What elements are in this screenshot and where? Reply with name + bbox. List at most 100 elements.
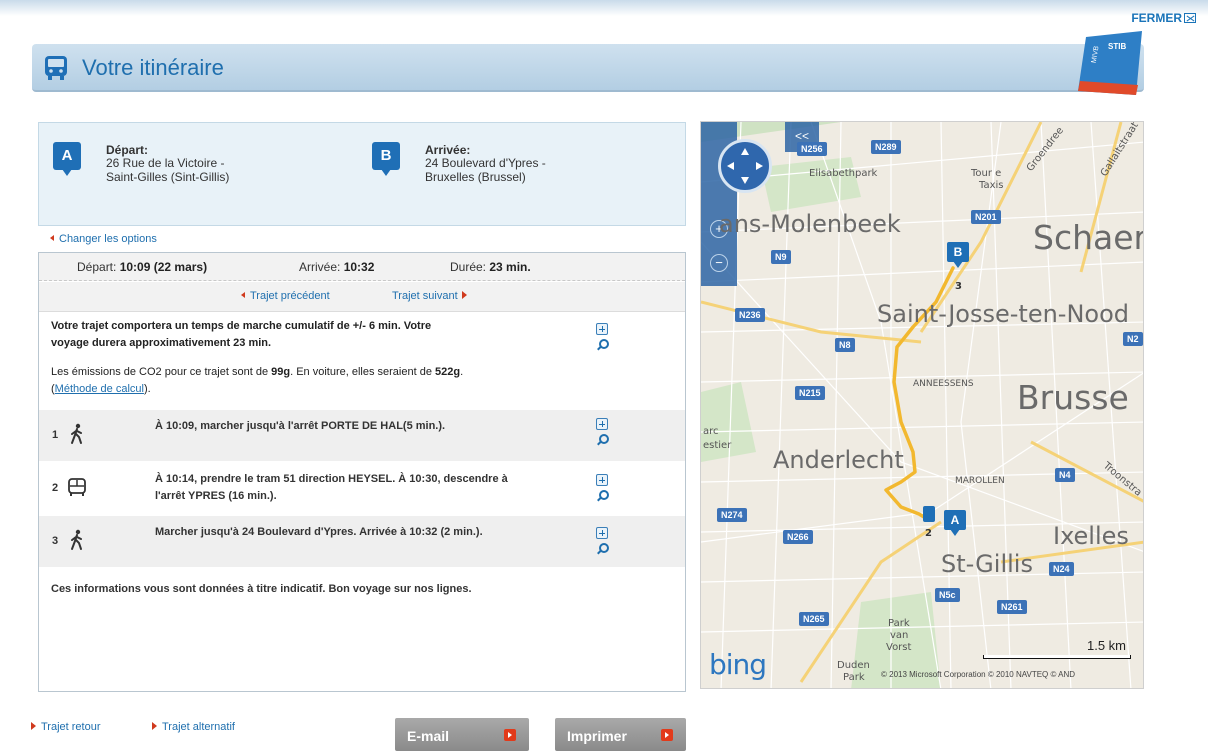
step-number: 3: [52, 535, 59, 547]
map-label-st-gillis: St-Gillis: [941, 550, 1033, 578]
stib-logo: STIB MIVB: [1078, 31, 1142, 95]
alternative-trip-link[interactable]: Trajet alternatif: [152, 721, 235, 733]
map-label-brussel: Brusse: [1017, 378, 1129, 417]
map-label-tour-taxis-2: Taxis: [979, 180, 1004, 191]
route-map[interactable]: << + − ans-Molenbeek Schaer Saint-Josse-…: [700, 121, 1144, 689]
arrow-right-icon: [31, 722, 36, 730]
arrival-address-line2: Bruxelles (Brussel): [425, 170, 526, 184]
map-step-3-label: 3: [955, 281, 962, 292]
map-label-park-van-vorst-2: van: [890, 630, 909, 641]
bus-icon: [45, 56, 67, 80]
road-badge: N261: [997, 600, 1027, 614]
arrival-marker: B: [372, 142, 400, 176]
road-badge: N4: [1055, 468, 1075, 482]
zoom-magnifier-icon[interactable]: [596, 339, 609, 352]
arrow-right-icon: [461, 291, 467, 299]
walking-summary: Votre trajet comportera un temps de marc…: [51, 320, 432, 349]
summary-actions: [596, 323, 610, 352]
map-scale-label: 1.5 km: [1087, 638, 1127, 653]
map-label-park-van-vorst-3: Vorst: [886, 642, 912, 653]
expand-icon[interactable]: [596, 527, 608, 539]
map-label-anneessens: ANNEESSENS: [913, 379, 974, 389]
map-end-marker[interactable]: B: [947, 242, 969, 268]
next-trip-link[interactable]: Trajet suivant: [392, 290, 467, 302]
road-badge: N8: [835, 338, 855, 352]
road-badge: N289: [871, 140, 901, 154]
map-copyright: © 2013 Microsoft Corporation © 2010 NAVT…: [881, 670, 1076, 679]
map-label-tour-taxis: Tour e: [971, 168, 1002, 179]
road-badge: N24: [1049, 562, 1074, 576]
road-badge: N256: [797, 142, 827, 156]
close-button[interactable]: FERMER: [1131, 11, 1196, 25]
page-title: Votre itinéraire: [82, 55, 224, 80]
step-number: 2: [52, 482, 59, 494]
map-label-ixelles: Ixelles: [1053, 522, 1129, 550]
trip-summary: Départ: 10:09 (22 mars) Arrivée: 10:32 D…: [39, 253, 685, 281]
map-start-marker[interactable]: A: [944, 510, 966, 536]
map-stop-marker[interactable]: [923, 506, 935, 522]
road-badge: N236: [735, 308, 765, 322]
close-envelope-icon: [1184, 13, 1196, 23]
departure-address-line1: 26 Rue de la Victoire -: [106, 156, 225, 170]
expand-icon[interactable]: [596, 418, 608, 430]
road-badge: N274: [717, 508, 747, 522]
top-strip: [0, 0, 1208, 16]
map-label-schaerbeek: Schaer: [1033, 218, 1144, 257]
pan-arrows-icon: [727, 148, 763, 184]
return-trip-link[interactable]: Trajet retour: [31, 721, 101, 733]
map-label-elisabethpark: Elisabethpark: [809, 168, 878, 179]
departure-marker: A: [53, 142, 81, 176]
zoom-magnifier-icon[interactable]: [596, 434, 609, 447]
step-number: 1: [52, 429, 59, 441]
map-label-marollen: MAROLLEN: [955, 476, 1005, 486]
map-label-park-van-vorst: Park: [888, 618, 910, 629]
print-button[interactable]: Imprimer: [555, 718, 686, 751]
road-badge: N265: [799, 612, 829, 626]
walk-icon: [71, 529, 82, 550]
map-label-duden-park-2: Park: [843, 672, 865, 683]
road-badge: N2: [1123, 332, 1143, 346]
previous-trip-link[interactable]: Trajet précédent: [241, 290, 330, 302]
expand-icon[interactable]: [596, 474, 608, 486]
map-pan-control[interactable]: [718, 139, 772, 193]
step-actions: [596, 527, 610, 556]
map-label-saint-josse: Saint-Josse-ten-Nood: [877, 300, 1130, 328]
arrow-right-icon: [661, 729, 673, 741]
map-scale-bar: [983, 655, 1131, 659]
arrival-address-line1: 24 Boulevard d'Ypres -: [425, 156, 546, 170]
itinerary-header: Votre itinéraire: [32, 44, 1144, 92]
zoom-out-button[interactable]: −: [710, 254, 728, 272]
trip-navigation: Trajet précédent Trajet suivant: [39, 282, 685, 312]
departure-time: Départ: 10:09 (22 mars): [77, 260, 208, 274]
co2-info: Les émissions de CO2 pour ce trajet sont…: [51, 366, 464, 395]
map-label-estier: estier: [703, 440, 732, 451]
change-options-link[interactable]: Changer les options: [50, 233, 157, 245]
step-actions: [596, 474, 610, 503]
map-label-anderlecht: Anderlecht: [773, 446, 904, 474]
close-label: FERMER: [1131, 11, 1182, 25]
step-row: 2 À 10:14, prendre le tram 51 direction …: [39, 463, 685, 514]
expand-icon[interactable]: [596, 323, 608, 335]
calculation-method-link[interactable]: Méthode de calcul: [55, 383, 144, 395]
arrow-left-icon: [50, 235, 54, 241]
route-summary-box: A Départ: 26 Rue de la Victoire - Saint-…: [38, 122, 686, 226]
step-description: À 10:14, prendre le tram 51 direction HE…: [155, 473, 508, 502]
road-badge: N5c: [935, 588, 960, 602]
zoom-magnifier-icon[interactable]: [596, 490, 609, 503]
step-actions: [596, 418, 610, 447]
map-label-molenbeek: ans-Molenbeek: [719, 210, 901, 238]
road-badge: N215: [795, 386, 825, 400]
zoom-magnifier-icon[interactable]: [596, 543, 609, 556]
road-badge: N266: [783, 530, 813, 544]
step-row: 1 À 10:09, marcher jusqu'à l'arrêt PORTE…: [39, 410, 685, 461]
map-step-2-label: 2: [925, 528, 932, 539]
step-row: 3 Marcher jusqu'à 24 Boulevard d'Ypres. …: [39, 516, 685, 567]
departure-address-line2: Saint-Gilles (Sint-Gillis): [106, 170, 230, 184]
map-label-duden-park: Duden: [837, 660, 870, 671]
road-badge: N9: [771, 250, 791, 264]
step-description: Marcher jusqu'à 24 Boulevard d'Ypres. Ar…: [155, 526, 483, 538]
trip-duration: Durée: 23 min.: [450, 260, 531, 274]
departure-label: Départ:: [106, 143, 149, 157]
svg-text:STIB: STIB: [1108, 42, 1126, 51]
email-button[interactable]: E-mail: [395, 718, 529, 751]
